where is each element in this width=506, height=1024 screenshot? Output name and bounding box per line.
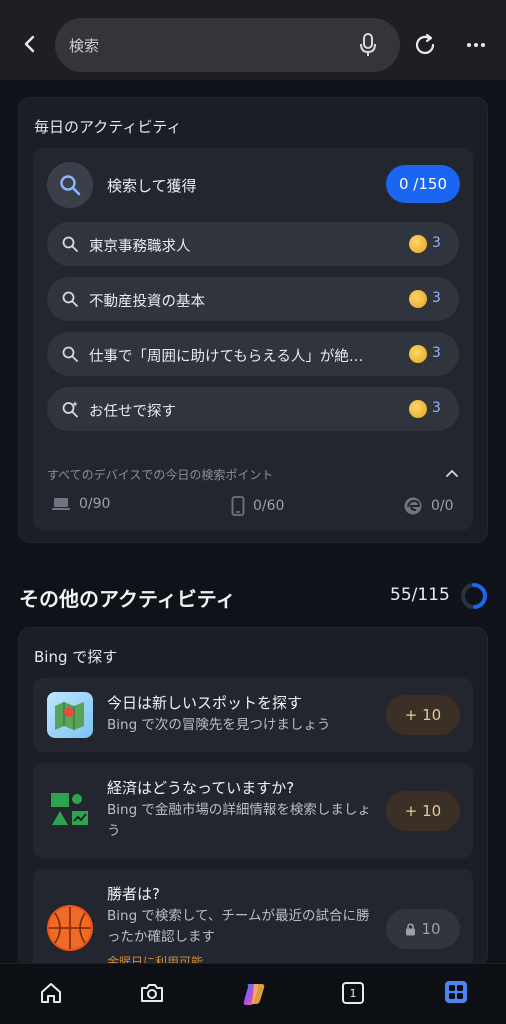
finance-chart-icon — [47, 787, 93, 833]
query-text: 東京事務職求人 — [89, 239, 191, 255]
edge-browser-icon — [404, 497, 422, 515]
activity-locked-button: 10 — [386, 909, 460, 949]
search-earn-panel: 検索して獲得 0 /150 東京事務職求人 3 不動産投資の基本 3 仕事で「周… — [33, 148, 473, 530]
search-icon — [62, 236, 78, 252]
activity-description: Bing で次の冒険先を見つけましょう — [107, 717, 331, 733]
search-icon — [62, 346, 78, 362]
home-icon[interactable] — [38, 980, 64, 1006]
device-edge: 0/0 — [403, 496, 454, 516]
search-progress-badge: 0 /150 — [386, 165, 460, 203]
more-options-icon[interactable] — [460, 30, 490, 60]
search-input-text: 検索 — [69, 37, 100, 55]
other-activities-title: その他のアクティビティ — [19, 587, 236, 611]
coin-icon — [409, 345, 427, 363]
microphone-icon[interactable] — [358, 32, 378, 58]
lock-icon — [406, 922, 416, 935]
search-icon — [60, 175, 81, 196]
bing-explore-title: Bing で探す — [34, 648, 118, 666]
device-pc: 0/90 — [51, 496, 110, 512]
basketball-icon — [47, 905, 93, 951]
daily-activities-card: 毎日のアクティビティ 検索して獲得 0 /150 東京事務職求人 3 不動産投資… — [18, 97, 488, 543]
chevron-up-icon[interactable] — [445, 466, 459, 480]
search-earn-label: 検索して獲得 — [107, 177, 197, 195]
search-input[interactable]: 検索 — [55, 18, 400, 72]
activity-description: Bing で金融市場の詳細情報を検索しましょう — [107, 802, 371, 839]
device-pc-points: 0/90 — [79, 496, 111, 512]
search-icon — [62, 291, 78, 307]
tabs-button[interactable]: 1 — [342, 982, 364, 1004]
locked-points: 10 — [421, 920, 441, 938]
query-item[interactable]: 不動産投資の基本 3 — [47, 277, 459, 321]
query-text: 不動産投資の基本 — [89, 294, 205, 310]
apps-grid-icon[interactable] — [444, 980, 468, 1004]
activity-title: 経済はどうなっていますか? — [107, 779, 295, 797]
phone-icon — [231, 496, 245, 516]
device-edge-points: 0/0 — [431, 498, 454, 514]
activity-title: 勝者は? — [107, 885, 160, 903]
activity-card[interactable]: 勝者は? Bing で検索して、チームが最近の試合に勝ったか確認します 金曜日に… — [33, 869, 473, 969]
query-text: 仕事で「周囲に助けてもらえる人」が絶… — [89, 349, 364, 365]
refresh-icon[interactable] — [410, 30, 440, 60]
coin-icon — [409, 400, 427, 418]
bottom-navigation: 1 — [0, 963, 506, 1024]
activity-description: Bing で検索して、チームが最近の試合に勝ったか確認します — [107, 908, 370, 945]
map-icon — [47, 692, 93, 738]
activity-points-button[interactable]: + 10 — [386, 791, 460, 831]
back-button[interactable] — [14, 28, 46, 60]
search-earn-icon-wrap — [47, 162, 93, 208]
query-points: 3 — [432, 290, 441, 306]
coin-icon — [409, 290, 427, 308]
laptop-icon — [52, 498, 70, 510]
camera-icon[interactable] — [139, 980, 165, 1006]
activity-points-button[interactable]: + 10 — [386, 695, 460, 735]
tab-count: 1 — [349, 986, 357, 1000]
query-points: 3 — [432, 345, 441, 361]
other-activities-score: 55/115 — [390, 585, 450, 605]
activity-card[interactable]: 今日は新しいスポットを探す Bing で次の冒険先を見つけましょう + 10 — [33, 678, 473, 752]
device-mobile-points: 0/60 — [253, 498, 285, 514]
query-item[interactable]: 仕事で「周囲に助けてもらえる人」が絶… 3 — [47, 332, 459, 376]
copilot-icon[interactable] — [240, 980, 268, 1008]
daily-activities-title: 毎日のアクティビティ — [34, 118, 182, 136]
device-mobile: 0/60 — [231, 496, 284, 516]
query-item[interactable]: お任せで探す 3 — [47, 387, 459, 431]
query-points: 3 — [432, 400, 441, 416]
activity-card[interactable]: 経済はどうなっていますか? Bing で金融市場の詳細情報を検索しましょう + … — [33, 763, 473, 858]
activity-title: 今日は新しいスポットを探す — [107, 694, 303, 712]
progress-ring — [461, 583, 487, 609]
bing-explore-card: Bing で探す 今日は新しいスポットを探す Bing で次の冒険先を見つけまし… — [18, 627, 488, 969]
query-text: お任せで探す — [89, 404, 176, 420]
chevron-left-icon — [24, 35, 35, 53]
device-points-caption: すべてのデバイスでの今日の検索ポイント — [47, 468, 274, 482]
query-item[interactable]: 東京事務職求人 3 — [47, 222, 459, 266]
sparkle-search-icon — [62, 401, 78, 418]
query-points: 3 — [432, 235, 441, 251]
coin-icon — [409, 235, 427, 253]
top-bar: 検索 — [0, 0, 506, 80]
